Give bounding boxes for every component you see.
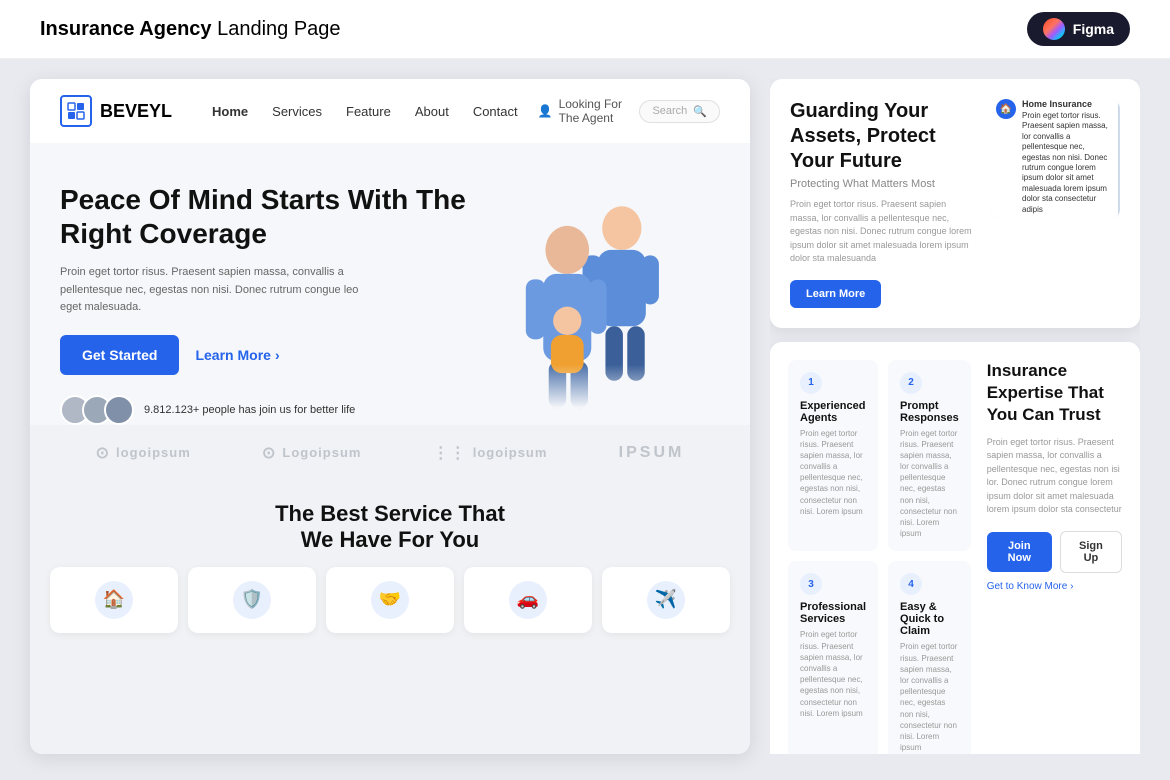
logo-icon [60,95,92,127]
hero-card-content: Guarding Your Assets, Protect Your Futur… [790,99,974,308]
search-icon: 🔍 [693,105,707,118]
nav-home[interactable]: Home [212,104,248,119]
figma-icon [1043,18,1065,40]
nav-feature[interactable]: Feature [346,104,391,119]
service-card-health[interactable]: 🤝 [326,567,454,633]
expertise-title: Insurance Expertise That You Can Trust [987,360,1122,426]
arrow-icon: › [275,347,280,363]
service-card-home[interactable]: 🏠 [50,567,178,633]
hero-card-image: 🏠 Home Insurance Proin eget tortor risus… [990,99,1120,219]
expertise-actions: Join Now Sign Up [987,531,1122,573]
feature-title-1: Experienced Agents [800,400,866,424]
badge-home-icon: 🏠 [996,99,1016,119]
feature-4: 4 Easy & Quick to Claim Proin eget torto… [888,561,971,754]
service-card-auto[interactable]: 🚗 [464,567,592,633]
logos-section: ⊙ logoipsum ⊙ Logoipsum ⋮⋮ logoipsum IPS… [30,425,750,481]
learn-more-button[interactable]: Learn More › [195,347,279,363]
logo-1: ⊙ logoipsum [96,443,191,463]
page-title: Insurance Agency Landing Page [40,18,341,41]
auto-insurance-icon: 🚗 [509,581,547,619]
features-section: 1 Experienced Agents Proin eget tortor r… [770,342,1140,755]
nav-contact[interactable]: Contact [473,104,518,119]
get-to-know-link[interactable]: Get to Know More › [987,581,1122,592]
main-layout: BEVEYL Home Services Feature About Conta… [0,59,1170,774]
hero-card-desc: Proin eget tortor risus. Praesent sapien… [790,198,974,266]
feature-desc-2: Proin eget tortor risus. Praesent sapien… [900,428,959,540]
avatars [60,395,134,425]
hero-actions: Get Started Learn More › [60,335,480,375]
hero-section: Peace Of Mind Starts With The Right Cove… [30,143,750,425]
right-panel: Guarding Your Assets, Protect Your Futur… [770,79,1140,754]
join-now-button[interactable]: Join Now [987,532,1052,572]
site-nav: BEVEYL Home Services Feature About Conta… [30,79,750,143]
nav-search[interactable]: Search 🔍 [639,100,720,123]
figma-badge: Figma [1027,12,1130,46]
logo-2: ⊙ Logoipsum [262,443,361,463]
feature-title-3: Professional Services [800,601,866,625]
bottom-heading-text: The Best Service That We Have For You [60,501,720,553]
top-header: Insurance Agency Landing Page Figma [0,0,1170,59]
hero-image-area [480,173,720,425]
hero-card-title: Guarding Your Assets, Protect Your Futur… [790,99,974,174]
expertise-content: Insurance Expertise That You Can Trust P… [987,360,1122,755]
feature-desc-3: Proin eget tortor risus. Praesent sapien… [800,629,866,719]
nav-about[interactable]: About [415,104,449,119]
health-insurance-icon: 🤝 [371,581,409,619]
left-panel: BEVEYL Home Services Feature About Conta… [30,79,750,754]
feature-desc-1: Proin eget tortor risus. Praesent sapien… [800,428,866,518]
feature-num-1: 1 [800,372,822,394]
feature-1: 1 Experienced Agents Proin eget tortor r… [788,360,878,552]
feature-desc-4: Proin eget tortor risus. Praesent sapien… [900,641,959,753]
nav-agent-link[interactable]: 👤 Looking For The Agent [538,97,640,125]
nav-links: Home Services Feature About Contact [212,104,518,119]
logo-4: IPSUM [619,444,685,462]
life-insurance-icon: 🛡️ [233,581,271,619]
get-started-button[interactable]: Get Started [60,335,179,375]
feature-3: 3 Professional Services Proin eget torto… [788,561,878,754]
logo-3: ⋮⋮ logoipsum [433,443,548,463]
nav-services[interactable]: Services [272,104,322,119]
site-logo: BEVEYL [60,95,172,127]
service-card-life[interactable]: 🛡️ [188,567,316,633]
home-insurance-icon: 🏠 [95,581,133,619]
service-card-travel[interactable]: ✈️ [602,567,730,633]
hero-card-subtitle: Protecting What Matters Most [790,178,974,190]
sign-up-button[interactable]: Sign Up [1060,531,1122,573]
hero-social-proof: 9.812.123+ people has join us for better… [60,395,480,425]
feature-num-3: 3 [800,573,822,595]
feature-title-4: Easy & Quick to Claim [900,601,959,637]
hero-content: Peace Of Mind Starts With The Right Cove… [60,173,480,425]
hero-card: Guarding Your Assets, Protect Your Futur… [770,79,1140,328]
feature-num-2: 2 [900,372,922,394]
learn-more-button-right[interactable]: Learn More [790,280,881,308]
social-proof-text: 9.812.123+ people has join us for better… [144,404,355,416]
feature-num-4: 4 [900,573,922,595]
features-grid: 1 Experienced Agents Proin eget tortor r… [788,360,971,755]
travel-insurance-icon: ✈️ [647,581,685,619]
feature-title-2: Prompt Responses [900,400,959,424]
service-cards-row: 🏠 🛡️ 🤝 🚗 ✈️ [30,567,750,649]
expertise-desc: Proin eget tortor risus. Praesent sapien… [987,436,1122,517]
bottom-section-heading: The Best Service That We Have For You [30,481,750,567]
feature-2: 2 Prompt Responses Proin eget tortor ris… [888,360,971,552]
home-insurance-badge: 🏠 Home Insurance Proin eget tortor risus… [990,99,1118,219]
hero-description: Proin eget tortor risus. Praesent sapien… [60,264,360,317]
avatar-3 [104,395,134,425]
hero-title: Peace Of Mind Starts With The Right Cove… [60,183,480,250]
